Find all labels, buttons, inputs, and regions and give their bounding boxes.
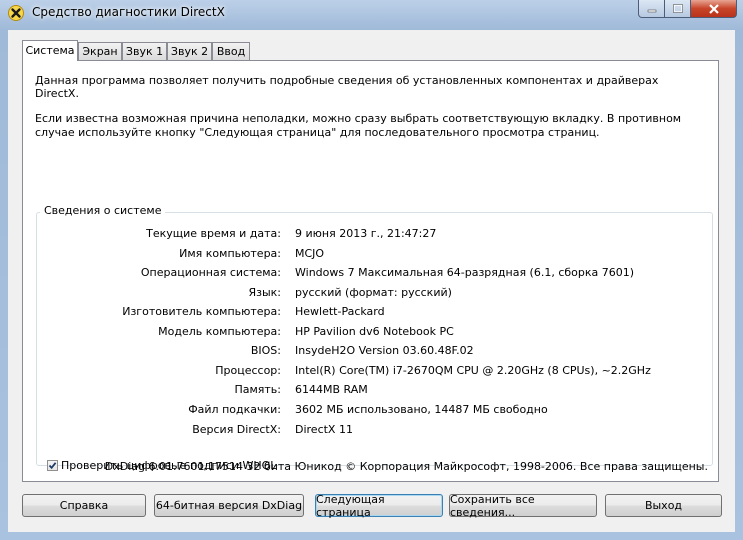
info-label: Язык:	[248, 286, 281, 299]
info-value: 6144MB RAM	[295, 383, 368, 396]
info-value: InsydeH2O Version 03.60.48F.02	[295, 344, 474, 357]
tab-display[interactable]: Экран	[78, 42, 122, 60]
info-label: BIOS:	[250, 344, 281, 357]
minimize-button[interactable]	[638, 0, 665, 18]
intro-text-2: Если известна возможная причина неполадк…	[35, 112, 682, 139]
info-row-pagefile: Файл подкачки: 3602 МБ использовано, 144…	[23, 403, 713, 419]
info-label: Процессор:	[215, 364, 281, 377]
info-label: Операционная система:	[140, 266, 281, 279]
info-row-os: Операционная система: Windows 7 Максимал…	[23, 266, 713, 282]
info-label: Память:	[234, 383, 281, 396]
help-button[interactable]: Справка	[22, 494, 146, 517]
info-value: Hewlett-Packard	[295, 305, 385, 318]
close-button[interactable]	[691, 0, 737, 18]
tab-sound-1[interactable]: Звук 1	[122, 42, 167, 60]
exit-button[interactable]: Выход	[605, 494, 722, 517]
directx-x-icon	[8, 5, 24, 21]
system-tab-panel: Данная программа позволяет получить подр…	[22, 60, 719, 482]
info-value: русский (формат: русский)	[295, 286, 452, 299]
close-icon	[708, 3, 719, 14]
info-row-model: Модель компьютера: HP Pavilion dv6 Noteb…	[23, 325, 713, 341]
window-title: Средство диагностики DirectX	[32, 5, 225, 19]
minimize-icon	[647, 9, 656, 12]
intro-text-1: Данная программа позволяет получить подр…	[35, 74, 659, 100]
dxdiag-64bit-button[interactable]: 64-битная версия DxDiag	[154, 494, 304, 517]
info-label: Имя компьютера:	[179, 247, 281, 260]
info-value: Windows 7 Максимальная 64-разрядная (6.1…	[295, 266, 635, 279]
maximize-button[interactable]	[665, 0, 691, 18]
tab-system[interactable]: Система	[22, 40, 78, 61]
info-row-language: Язык: русский (формат: русский)	[23, 286, 713, 302]
info-row-bios: BIOS: InsydeH2O Version 03.60.48F.02	[23, 344, 713, 360]
info-label: Версия DirectX:	[192, 423, 281, 436]
info-value: DirectX 11	[295, 423, 353, 436]
title-bar[interactable]: Средство диагностики DirectX	[0, 0, 743, 26]
info-row-directx-version: Версия DirectX: DirectX 11	[23, 423, 713, 439]
info-value: Intel(R) Core(TM) i7-2670QM CPU @ 2.20GH…	[295, 364, 651, 377]
version-copyright: DxDiag 6.01.7601.17514 32 бита Юникод © …	[104, 460, 708, 473]
info-value: HP Pavilion dv6 Notebook PC	[295, 325, 454, 338]
info-row-memory: Память: 6144MB RAM	[23, 383, 713, 399]
client-area: Система Экран Звук 1 Звук 2 Ввод Данная …	[8, 30, 735, 532]
save-all-info-button[interactable]: Сохранить все сведения...	[449, 493, 597, 519]
info-value: MCJO	[295, 247, 325, 260]
info-value: 3602 МБ использовано, 14487 МБ свободно	[295, 403, 548, 416]
info-row-manufacturer: Изготовитель компьютера: Hewlett-Packard	[23, 305, 713, 321]
system-info-title: Сведения о системе	[40, 204, 166, 217]
info-row-datetime: Текущие время и дата: 9 июня 2013 г., 21…	[23, 227, 713, 243]
maximize-icon	[672, 4, 683, 13]
directx-diagnostic-window: Средство диагностики DirectX Система Экр…	[0, 0, 743, 540]
tab-sound-2[interactable]: Звук 2	[167, 42, 212, 60]
info-label: Текущие время и дата:	[146, 227, 281, 240]
tab-input[interactable]: Ввод	[212, 42, 250, 60]
info-label: Модель компьютера:	[158, 325, 281, 338]
caption-buttons	[638, 0, 737, 18]
info-row-processor: Процессор: Intel(R) Core(TM) i7-2670QM C…	[23, 364, 713, 380]
info-label: Файл подкачки:	[188, 403, 281, 416]
info-value: 9 июня 2013 г., 21:47:27	[295, 227, 437, 240]
info-label: Изготовитель компьютера:	[122, 305, 281, 318]
info-row-computer-name: Имя компьютера: MCJO	[23, 247, 713, 263]
next-page-button[interactable]: Следующая страница	[315, 493, 443, 519]
